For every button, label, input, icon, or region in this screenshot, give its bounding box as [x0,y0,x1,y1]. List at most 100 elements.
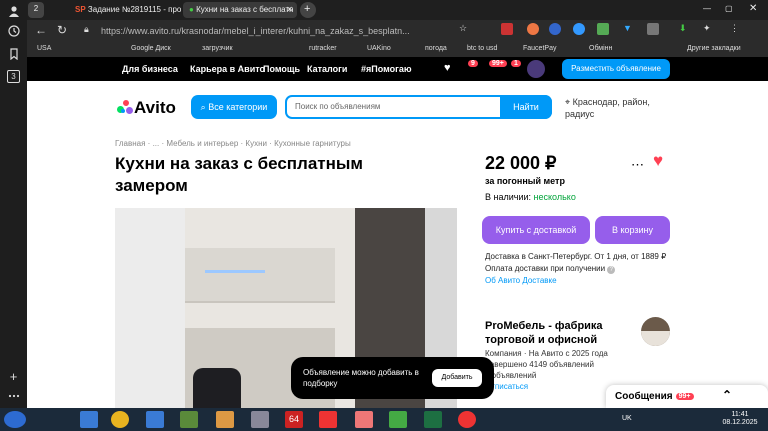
app-64-icon[interactable]: 64 [285,411,303,428]
location-selector[interactable]: ⌖ Краснодар, район, радиус [565,96,660,120]
bookmark-item[interactable]: Обмінн [589,45,612,52]
maximize-icon[interactable]: ▢ [725,4,733,13]
messages-widget[interactable]: Сообщения 99+ ⌃ [606,385,768,408]
tab-avito[interactable]: ● Кухни на заказ с бесплатн ✕ [183,2,297,18]
bookmark-item[interactable]: погода [425,45,447,52]
windows-taskbar: 64 UK 11:41 08.12.2025 [0,408,768,431]
nav-ipomogayu[interactable]: #яПомогаю [361,64,412,74]
avito-favicon-icon: ● [189,5,194,14]
bookmark-item[interactable]: btc to usd [467,45,497,52]
puzzle-icon[interactable]: ✦ [703,23,711,34]
bookmarks-bar: USA Google Диск загрузчик rutracker UAKi… [27,42,768,57]
seller-avatar[interactable] [641,317,670,346]
add-to-collection-toast: Объявление можно добавить в подборку Доб… [291,357,494,399]
app-icon[interactable] [216,411,234,428]
yandex-browser-icon[interactable] [458,411,476,428]
nav-career[interactable]: Карьера в Авито [190,64,265,74]
extension-icon[interactable] [549,23,561,35]
bookmark-item[interactable]: UAKino [367,45,391,52]
tab-label: Кухни на заказ с бесплатн [196,5,294,14]
chrome-icon[interactable] [111,411,129,428]
delivery-info: Доставка в Санкт-Петербург. От 1 дня, от… [485,251,670,287]
add-to-cart-button[interactable]: В корзину [595,216,670,244]
tab-count-badge[interactable]: 2 [28,2,44,18]
extension-icon[interactable] [527,23,539,35]
favorite-heart-icon[interactable]: ♥ [653,151,663,171]
nav-help[interactable]: Помощь [263,64,300,74]
shield-icon[interactable]: ▼ [623,23,632,33]
heart-icon[interactable]: ♥ [444,62,451,74]
avatar[interactable] [527,60,545,78]
bookmark-item[interactable]: загрузчик [202,45,233,52]
user-icon[interactable] [7,5,20,18]
app-icon[interactable] [319,411,337,428]
bookmark-star-icon[interactable]: ☆ [459,23,467,34]
app-icon[interactable] [389,411,407,428]
messages-badge: 99+ [489,60,507,67]
bookmark-item[interactable]: rutracker [309,45,337,52]
toast-add-button[interactable]: Добавить [432,369,482,387]
url-field[interactable]: https://www.avito.ru/krasnodar/mebel_i_i… [101,23,421,39]
page-title: Кухни на заказ с бесплатным замером [115,154,363,195]
post-ad-button[interactable]: Разместить объявление [562,59,670,79]
messages-count-badge: 99+ [675,393,694,400]
price-unit: за погонный метр [485,176,565,186]
language-indicator[interactable]: UK [622,415,632,423]
breadcrumb-item[interactable]: Кухонные гарнитуры [274,139,351,148]
seller-name[interactable]: ProМебель - фабрика торговой и офисной [485,319,635,347]
minimize-icon[interactable]: — [703,4,711,13]
price: 22 000 ₽ [485,153,557,173]
messages-label: Сообщения 99+ [615,391,694,402]
app-icon[interactable] [180,411,198,428]
extension-icon[interactable] [501,23,513,35]
new-tab-button[interactable]: + [300,2,316,18]
breadcrumb-item[interactable]: ... [153,139,160,148]
app-icon[interactable] [80,411,98,428]
bookmark-item[interactable]: FaucetPay [523,45,556,52]
menu-icon[interactable] [7,390,20,403]
breadcrumb-item[interactable]: Главная [115,139,145,148]
more-options-icon[interactable]: ⋯ [631,157,644,173]
lock-icon: 🔒︎ [84,24,89,34]
close-tab-icon[interactable]: ✕ [286,5,293,14]
tab-task[interactable]: SP Задание №2819115 - про [69,2,187,18]
breadcrumb-item[interactable]: Кухни [245,139,267,148]
tab-label: Задание №2819115 - про [87,5,182,14]
favorites-badge: 9 [468,60,478,67]
clock[interactable]: 11:41 08.12.2025 [722,411,758,427]
extension-icon[interactable] [647,23,659,35]
back-icon[interactable]: ← [35,23,47,37]
app-icon[interactable] [146,411,164,428]
excel-icon[interactable] [424,411,442,428]
bookmark-icon[interactable] [7,48,20,61]
menu-dots-icon[interactable]: ⋮ [730,23,739,34]
info-icon[interactable]: ? [607,266,616,274]
search-input[interactable]: Поиск по объявлениям Найти [285,95,552,119]
reload-icon[interactable]: ↻ [57,23,67,37]
close-window-icon[interactable]: ✕ [749,3,757,14]
add-panel-icon[interactable]: + [7,370,20,383]
download-icon[interactable]: ⬇ [679,23,687,34]
buy-with-delivery-button[interactable]: Купить с доставкой [482,216,590,244]
chevron-up-icon[interactable]: ⌃ [722,388,732,402]
delivery-link[interactable]: Об Авито Доставке [485,275,670,287]
nav-business[interactable]: Для бизнеса [122,64,178,74]
breadcrumb-item[interactable]: Мебель и интерьер [166,139,238,148]
search-placeholder: Поиск по объявлениям [295,102,381,111]
search-button[interactable]: Найти [500,95,552,119]
bookmark-item[interactable]: USA [37,45,51,52]
extension-icon[interactable] [597,23,609,35]
tab-bar: 2 SP Задание №2819115 - про ● Кухни на з… [27,0,768,20]
nav-catalogs[interactable]: Каталоги [307,64,347,74]
app-icon[interactable] [355,411,373,428]
app-icon[interactable] [251,411,269,428]
history-icon[interactable] [7,25,20,38]
extension-icon[interactable] [573,23,585,35]
address-bar: ← ↻ 🔒︎ https://www.avito.ru/krasnodar/me… [27,20,768,42]
all-categories-button[interactable]: ⌕ Все категории [191,95,277,119]
avito-logo[interactable]: Avito [117,98,176,118]
other-bookmarks[interactable]: Другие закладки [687,45,741,52]
start-icon[interactable] [4,411,26,428]
window-count-icon[interactable]: 3 [7,70,20,83]
bookmark-item[interactable]: Google Диск [131,45,171,52]
